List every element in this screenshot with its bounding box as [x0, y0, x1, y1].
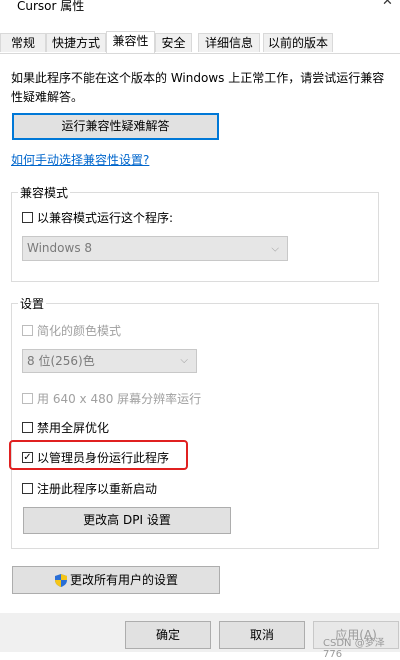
- chevron-down-icon: ⌵: [180, 355, 188, 366]
- tab-details[interactable]: 详细信息: [198, 33, 260, 52]
- change-all-users-label: 更改所有用户的设置: [69, 573, 178, 587]
- color-mode-select: 8 位(256)色 ⌵: [22, 349, 197, 373]
- tab-security[interactable]: 安全: [155, 33, 192, 52]
- compat-mode-checkbox-row[interactable]: 以兼容模式运行这个程序:: [22, 209, 173, 226]
- register-restart-label: 注册此程序以重新启动: [37, 482, 158, 496]
- os-select: Windows 8 ⌵: [22, 236, 288, 261]
- window-title: Cursor 属性: [17, 0, 85, 13]
- disable-fullscreen-opt-label: 禁用全屏优化: [37, 421, 110, 435]
- run-troubleshooter-button[interactable]: 运行兼容性疑难解答: [12, 113, 219, 140]
- close-icon[interactable]: ✕: [382, 0, 393, 9]
- run-as-admin-label: 以管理员身份运行此程序: [37, 451, 170, 465]
- res-640-row: 用 640 x 480 屏幕分辨率运行: [22, 390, 201, 407]
- tab-shortcut[interactable]: 快捷方式: [46, 33, 106, 52]
- title-bar: Cursor 属性 ✕: [0, 0, 400, 30]
- change-all-users-button[interactable]: 更改所有用户的设置: [12, 566, 220, 594]
- ok-button[interactable]: 确定: [125, 621, 211, 649]
- disable-fullscreen-opt-checkbox[interactable]: [22, 422, 33, 433]
- cancel-button[interactable]: 取消: [219, 621, 305, 649]
- run-as-admin-checkbox[interactable]: ✓: [22, 452, 33, 463]
- shield-icon: [54, 574, 67, 587]
- settings-legend: 设置: [18, 295, 47, 312]
- run-as-admin-row[interactable]: ✓ 以管理员身份运行此程序: [22, 449, 169, 466]
- res-640-label: 用 640 x 480 屏幕分辨率运行: [37, 392, 202, 406]
- os-select-value: Windows 8: [27, 241, 93, 255]
- intro-text: 如果此程序不能在这个版本的 Windows 上正常工作，请尝试运行兼容性疑难解答…: [11, 71, 385, 104]
- tab-strip: 常规 快捷方式 兼容性 安全 详细信息 以前的版本: [0, 31, 400, 53]
- register-restart-row[interactable]: 注册此程序以重新启动: [22, 480, 157, 497]
- compat-mode-legend: 兼容模式: [18, 184, 71, 201]
- compat-mode-checkbox[interactable]: [22, 212, 33, 223]
- tab-compatibility[interactable]: 兼容性: [106, 31, 155, 53]
- color-mode-select-value: 8 位(256)色: [27, 354, 95, 368]
- chevron-down-icon: ⌵: [271, 243, 279, 254]
- reduced-color-label: 简化的颜色模式: [37, 324, 122, 338]
- tab-previous-versions[interactable]: 以前的版本: [263, 33, 333, 52]
- reduced-color-row: 简化的颜色模式: [22, 322, 121, 339]
- tab-general[interactable]: 常规: [0, 33, 46, 52]
- disable-fullscreen-opt-row[interactable]: 禁用全屏优化: [22, 419, 109, 436]
- res-640-checkbox: [22, 393, 33, 404]
- change-dpi-button[interactable]: 更改高 DPI 设置: [23, 507, 231, 534]
- manual-settings-link[interactable]: 如何手动选择兼容性设置?: [11, 151, 149, 168]
- watermark: CSDN @梦泽776: [323, 638, 385, 660]
- register-restart-checkbox[interactable]: [22, 483, 33, 494]
- reduced-color-checkbox: [22, 325, 33, 336]
- compat-mode-checkbox-label: 以兼容模式运行这个程序:: [37, 211, 174, 225]
